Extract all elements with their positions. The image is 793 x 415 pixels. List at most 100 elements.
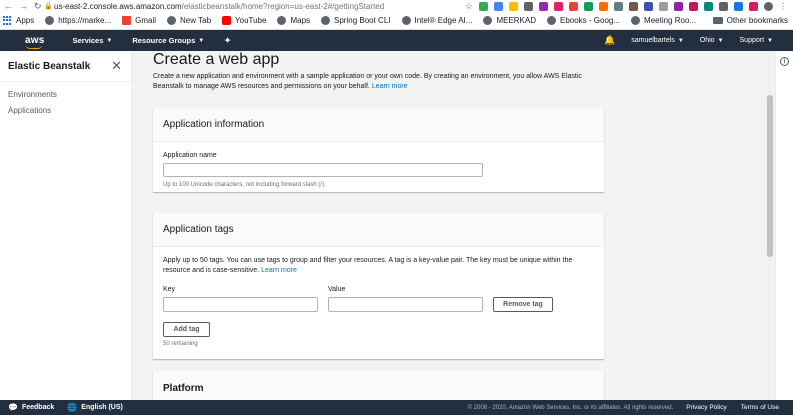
add-tag-button[interactable]: Add tag <box>163 322 210 337</box>
bookmark-apps[interactable]: Apps <box>3 16 34 25</box>
services-menu[interactable]: Services ▼ <box>73 36 113 45</box>
application-name-label: Application name <box>163 152 217 159</box>
extension-icon[interactable] <box>614 1 623 11</box>
learn-more-link[interactable]: Learn more <box>372 83 408 90</box>
globe-icon <box>321 16 331 25</box>
bookmark-label: MEERKAD <box>496 16 536 25</box>
bookmark-label: https://marke... <box>58 16 112 25</box>
region-menu[interactable]: Ohio ▼ <box>700 37 724 44</box>
gmail-icon <box>122 16 132 25</box>
privacy-policy-link[interactable]: Privacy Policy <box>686 404 726 411</box>
bookmarks-bar: Apps https://marke... Gmail New Tab YouT… <box>0 12 793 30</box>
help-panel-rail: i <box>775 51 793 400</box>
card-body: Application name Up to 100 Unicode chara… <box>153 142 604 197</box>
extension-icon[interactable] <box>554 1 563 11</box>
bookmark-item[interactable]: New Tab <box>167 16 211 25</box>
extension-icon[interactable] <box>644 1 653 11</box>
page-description: Create a new application and environment… <box>153 72 593 92</box>
card-header: Platform <box>153 371 604 400</box>
kebab-menu-icon[interactable]: ⋮ <box>779 2 787 11</box>
browser-nav: ← → ↻ <box>0 1 44 12</box>
url-host: us-east-2.console.aws.amazon.com <box>54 1 182 11</box>
feedback-button[interactable]: 💬 Feedback <box>8 403 54 412</box>
aws-logo[interactable]: aws <box>25 35 45 49</box>
application-name-input[interactable] <box>163 163 483 177</box>
account-menu[interactable]: samuelbartels ▼ <box>631 37 684 44</box>
sidebar: Elastic Beanstalk ✕ Environments Applica… <box>0 51 132 400</box>
extension-icon[interactable] <box>599 1 608 11</box>
forward-arrow-icon[interactable]: → <box>19 1 28 12</box>
console-footer: 💬 Feedback 🌐 English (US) © 2008 - 2020,… <box>0 400 793 415</box>
bookmark-label: Meeting Roo... <box>644 16 697 25</box>
extension-icon[interactable] <box>749 1 758 11</box>
learn-more-link[interactable]: Learn more <box>261 267 297 274</box>
bookmark-item[interactable]: Spring Boot CLI <box>321 16 391 25</box>
resource-groups-menu[interactable]: Resource Groups ▼ <box>132 36 204 45</box>
feedback-label: Feedback <box>21 404 55 411</box>
reload-icon[interactable]: ↻ <box>34 1 42 12</box>
globe-icon <box>547 16 556 25</box>
back-arrow-icon[interactable]: ← <box>4 1 13 12</box>
bookmark-label: Gmail <box>135 16 157 25</box>
extension-icon[interactable] <box>659 1 668 11</box>
extension-icon[interactable] <box>584 1 593 11</box>
page-description-text: Create a new application and environment… <box>153 73 582 90</box>
bookmark-item[interactable]: Maps <box>277 16 310 25</box>
sidebar-item-applications[interactable]: Applications <box>0 103 131 119</box>
star-icon[interactable]: ☆ <box>465 1 473 12</box>
extension-icon[interactable] <box>629 1 638 11</box>
extension-icon[interactable] <box>704 1 713 11</box>
extension-icon[interactable] <box>674 1 683 11</box>
extension-icon[interactable] <box>719 1 728 11</box>
url-field[interactable]: us-east-2.console.aws.amazon.com/elastic… <box>54 2 465 11</box>
bookmark-label: YouTube <box>235 16 267 25</box>
profile-avatar-icon[interactable] <box>764 1 773 11</box>
other-bookmarks[interactable]: Other bookmarks <box>712 16 793 25</box>
extension-icon[interactable] <box>509 1 518 11</box>
extension-icon[interactable] <box>569 1 578 11</box>
extension-icon[interactable] <box>734 1 743 11</box>
tag-key-input[interactable] <box>163 297 318 312</box>
card-header: Application tags <box>153 213 604 247</box>
bookmark-label: Ebooks - Goog... <box>560 16 621 25</box>
bookmark-label: Apps <box>16 16 35 25</box>
chat-bubble-icon: 💬 <box>8 403 18 412</box>
bookmark-item[interactable]: Gmail <box>122 16 156 25</box>
scrollbar-thumb[interactable] <box>767 95 773 257</box>
bookmark-item[interactable]: YouTube <box>222 16 266 25</box>
support-menu[interactable]: Support ▼ <box>740 37 773 44</box>
close-icon[interactable]: ✕ <box>111 58 122 74</box>
sidebar-item-environments[interactable]: Environments <box>0 87 131 103</box>
remove-tag-button[interactable]: Remove tag <box>493 297 553 312</box>
application-name-hint: Up to 100 Unicode characters, not includ… <box>163 182 326 188</box>
caret-down-icon: ▼ <box>677 37 684 44</box>
sidebar-items: Environments Applications <box>0 82 131 119</box>
caret-down-icon: ▼ <box>106 37 113 44</box>
language-selector[interactable]: 🌐 English (US) <box>67 403 123 412</box>
bookmark-item[interactable]: Intel® Edge AI... <box>401 16 473 25</box>
bell-icon[interactable]: 🔔 <box>604 35 615 46</box>
bookmark-item[interactable]: MEERKAD <box>483 16 536 25</box>
page-scrollbar[interactable] <box>765 51 775 400</box>
extension-icon[interactable] <box>524 1 533 11</box>
bookmark-item[interactable]: Ebooks - Goog... <box>547 16 620 25</box>
extension-icon[interactable] <box>479 1 488 11</box>
extension-icon[interactable] <box>689 1 698 11</box>
sidebar-header: Elastic Beanstalk ✕ <box>0 51 131 82</box>
support-label: Support <box>739 37 765 44</box>
pin-icon[interactable]: ✦ <box>224 36 231 45</box>
terms-of-use-link[interactable]: Terms of Use <box>741 404 779 411</box>
globe-icon <box>167 16 177 25</box>
sidebar-title[interactable]: Elastic Beanstalk <box>8 61 90 72</box>
extension-icon[interactable] <box>494 1 503 11</box>
bookmark-item[interactable]: Meeting Roo... <box>631 16 696 25</box>
region-label: Ohio <box>699 37 715 44</box>
bookmark-item[interactable]: https://marke... <box>45 16 111 25</box>
extension-icon[interactable] <box>539 1 548 11</box>
bookmark-label: Intel® Edge AI... <box>414 16 473 25</box>
tag-value-label: Value <box>328 286 346 293</box>
tag-value-input[interactable] <box>328 297 483 312</box>
tag-key-column: Key <box>163 286 318 312</box>
info-icon[interactable]: i <box>780 57 789 66</box>
globe-icon <box>401 16 411 25</box>
